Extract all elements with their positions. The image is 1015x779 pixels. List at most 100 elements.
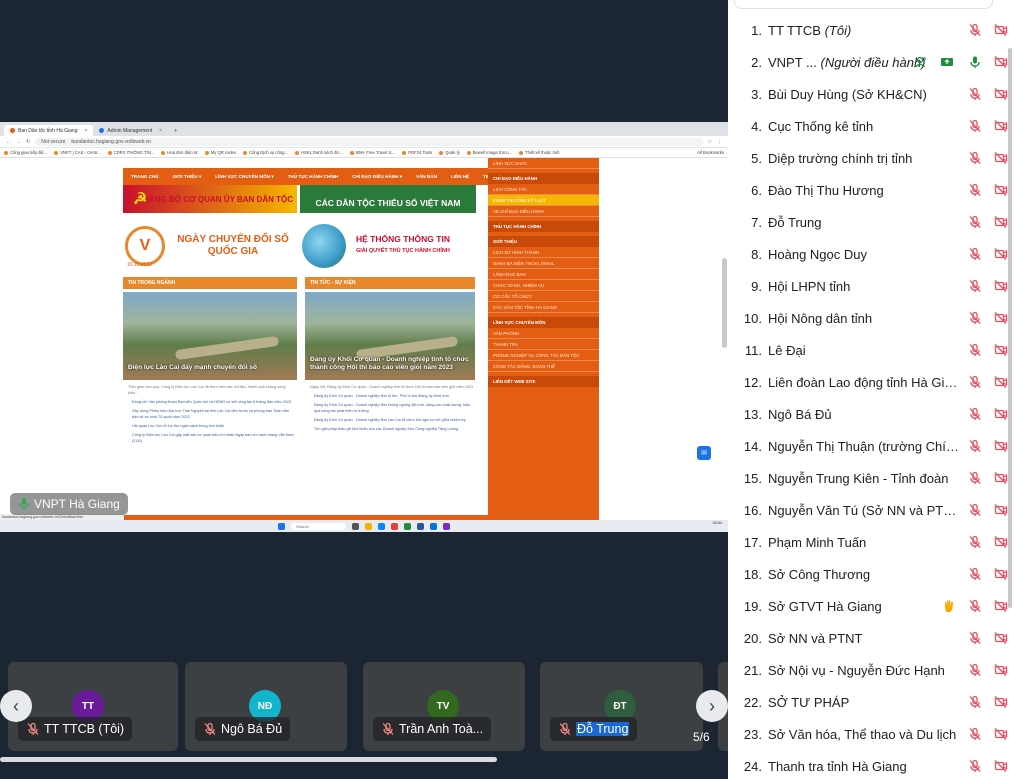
news-link[interactable]: Đảng ủy Khối Cơ quan - Doanh nghiệp tỉnh… [310,417,474,423]
news-link[interactable]: Đồng chí Văn phòng Đoàn Đại biểu Quốc hộ… [128,399,296,405]
participant-row[interactable]: 1. TT TTCB (Tôi) [728,14,1015,46]
bookmark-item[interactable]: Cổng Dịch vụ công... [243,150,288,155]
camera-off-icon[interactable] [994,119,1008,133]
site-sidebar-link[interactable]: CÁC DÂN TỘC TỈNH HÀ GIANG [488,302,599,313]
mic-off-icon[interactable] [968,599,982,613]
reload-icon[interactable]: ↻ [26,139,30,145]
camera-off-icon[interactable] [994,279,1008,293]
news-caption[interactable]: Điện lực Lào Cai đẩy mạnh chuyển đổi số [128,364,292,372]
news-caption[interactable]: Đảng ủy Khối Cơ quan - Doanh nghiệp tỉnh… [310,356,470,372]
digital-transformation-banner[interactable]: V NGÀY CHUYỂN ĐỔI SỐ QUỐC GIA 10.10.2022 [123,218,297,274]
news-link[interactable]: Công ty Điện lực Lào Cai gặp mặt các cơ … [128,432,296,444]
site-sidebar-link[interactable]: THANH TRA [488,339,599,350]
participant-row[interactable]: 24. Thanh tra tỉnh Hà Giang [728,750,1015,779]
mic-off-icon[interactable] [968,87,982,101]
site-sidebar-link[interactable]: DANH BẠ ĐIỆN THOẠI, EMAIL [488,258,599,269]
mic-off-icon[interactable] [968,759,982,773]
participant-row[interactable]: 20. Sở NN và PTNT [728,622,1015,654]
site-sidebar-link[interactable]: CÔNG TÁC ĐẢNG, ĐOÀN THỂ [488,361,599,372]
star-icon[interactable]: ☆ [708,139,712,145]
news-link[interactable]: Hải quan Lào Cai nỗ lực thu ngân sách tr… [128,423,296,429]
mic-off-icon[interactable] [968,119,982,133]
participant-row[interactable]: 11. Lê Đại [728,334,1015,366]
site-sidebar-link[interactable]: VĂN PHÒNG [488,328,599,339]
site-nav-item[interactable]: GIỚI THIỆU ▾ [173,174,202,180]
mic-off-icon[interactable] [968,279,982,293]
chat-widget-icon[interactable]: ✉ [697,446,711,460]
camera-off-icon[interactable] [994,375,1008,389]
participant-row[interactable]: 16. Nguyễn Văn Tú (Sở NN và PTNT) [728,494,1015,526]
camera-off-icon[interactable] [994,151,1008,165]
camera-off-icon[interactable] [994,759,1008,773]
taskbar-search[interactable]: Search [291,522,346,530]
camera-off-icon[interactable] [994,567,1008,581]
site-sidebar-link[interactable]: CƠ CẤU TỔ CHỨC [488,291,599,302]
section-heading[interactable]: TIN TỨC - SỰ KIỆN [305,277,475,289]
close-tab-icon[interactable]: × [84,128,87,134]
camera-off-icon[interactable] [994,439,1008,453]
participant-row[interactable]: 17. Phạm Minh Tuấn [728,526,1015,558]
camera-off-icon[interactable] [994,727,1008,741]
camera-off-icon[interactable] [994,631,1008,645]
section-heading[interactable]: TIN TRONG NGÀNH [123,277,297,289]
site-nav-item[interactable]: VĂN BẢN [416,174,437,179]
mic-off-icon[interactable] [968,695,982,709]
participant-row[interactable]: 2. VNPT ... (Người điều hành) [728,46,1015,78]
participant-row[interactable]: 19. Sở GTVT Hà Giang [728,590,1015,622]
mic-off-icon[interactable] [968,407,982,421]
bookmark-item[interactable]: Thiết kế thuộc tính [519,150,559,155]
search-participants[interactable] [734,0,993,9]
site-sidebar-heading[interactable]: LIÊN KẾT WEB SITE [488,376,599,387]
participant-row[interactable]: 22. SỞ TƯ PHÁP [728,686,1015,718]
camera-off-icon[interactable] [994,311,1008,325]
site-sidebar-heading[interactable]: CHỈ ĐẠO ĐIỀU HÀNH [488,173,599,184]
bookmark-item[interactable]: 808+ Free Travel Ic... [349,150,395,155]
site-sidebar-link[interactable]: LỊCH CÔNG TÁC [488,184,599,195]
page-scrollbar[interactable] [722,258,727,348]
mic-off-icon[interactable] [968,375,982,389]
participant-tile[interactable]: TV Trần Anh Toà... [363,662,525,751]
site-sidebar-link[interactable]: PHÒNG NGHIỆP VỤ CÔNG TÁC DÂN TỘC [488,350,599,361]
mic-off-icon[interactable] [968,439,982,453]
bookmark-item[interactable]: Hoá đơn điện tử [161,150,198,155]
participant-row[interactable]: 13. Ngô Bá Đủ [728,398,1015,430]
mic-off-icon[interactable] [968,503,982,517]
mic-off-icon[interactable] [968,343,982,357]
site-sidebar-heading[interactable]: GIỚI THIỆU [488,236,599,247]
bookmark-item[interactable]: VNPT | CAS - Centr... [54,150,101,155]
participant-row[interactable]: 3. Bùi Duy Hùng (Sở KH&CN) [728,78,1015,110]
site-sidebar-link[interactable]: KHEN THƯỞNG KỶ LUẬT [488,195,599,206]
site-nav-item[interactable]: TRANG CHỦ [131,174,159,179]
mic-off-icon[interactable] [968,631,982,645]
participant-row[interactable]: 21. Sở Nội vụ - Nguyễn Đức Hạnh [728,654,1015,686]
mic-on-icon[interactable] [968,55,982,69]
bookmark-item[interactable]: HSKL Danh sách đơ... [294,150,343,155]
mic-off-icon[interactable] [968,151,982,165]
site-sidebar-link[interactable]: CHỨC NĂNG, NHIỆM VỤ [488,280,599,291]
mic-off-icon[interactable] [968,23,982,37]
browser-tab[interactable]: Ban Dân tộc tỉnh Hà Giang × [4,125,94,136]
word-icon[interactable] [417,522,424,530]
participant-row[interactable]: 6. Đào Thị Thu Hương [728,174,1015,206]
participant-row[interactable]: 15. Nguyễn Trung Kiên - Tỉnh đoàn [728,462,1015,494]
participant-row[interactable]: 8. Hoàng Ngọc Duy [728,238,1015,270]
excel-icon[interactable] [404,522,411,530]
news-photo[interactable]: Điện lực Lào Cai đẩy mạnh chuyển đổi số [123,292,297,380]
mic-off-icon[interactable] [968,311,982,325]
site-nav-item[interactable]: THỦ TỤC HÀNH CHÍNH [288,174,339,179]
site-nav-item[interactable]: LĨNH VỰC CHUYÊN MÔN ▾ [215,174,273,180]
bookmark-item[interactable]: Cổng giao tiếp điệ... [4,150,47,155]
new-tab-icon[interactable]: + [168,125,183,136]
camera-off-icon[interactable] [994,215,1008,229]
browser-tab[interactable]: Admin Management × [93,125,168,136]
bookmark-item[interactable]: Quản lý [439,150,460,155]
participant-row[interactable]: 10. Hội Nông dân tỉnh [728,302,1015,334]
news-photo[interactable]: Đảng ủy Khối Cơ quan - Doanh nghiệp tỉnh… [305,292,475,380]
camera-off-icon[interactable] [994,23,1008,37]
url-field[interactable]: Not secure bandantoc.hagiang.gov.vn/tbwe… [35,137,703,146]
camera-off-icon[interactable] [994,663,1008,677]
filmstrip-scrollbar[interactable] [0,757,497,762]
site-nav-item[interactable]: LIÊN HỆ [451,174,469,179]
folder-icon[interactable] [365,522,372,530]
party-banner[interactable]: ☭ ĐẢNG BỘ CƠ QUAN ỦY BAN DÂN TỘC [123,185,297,213]
